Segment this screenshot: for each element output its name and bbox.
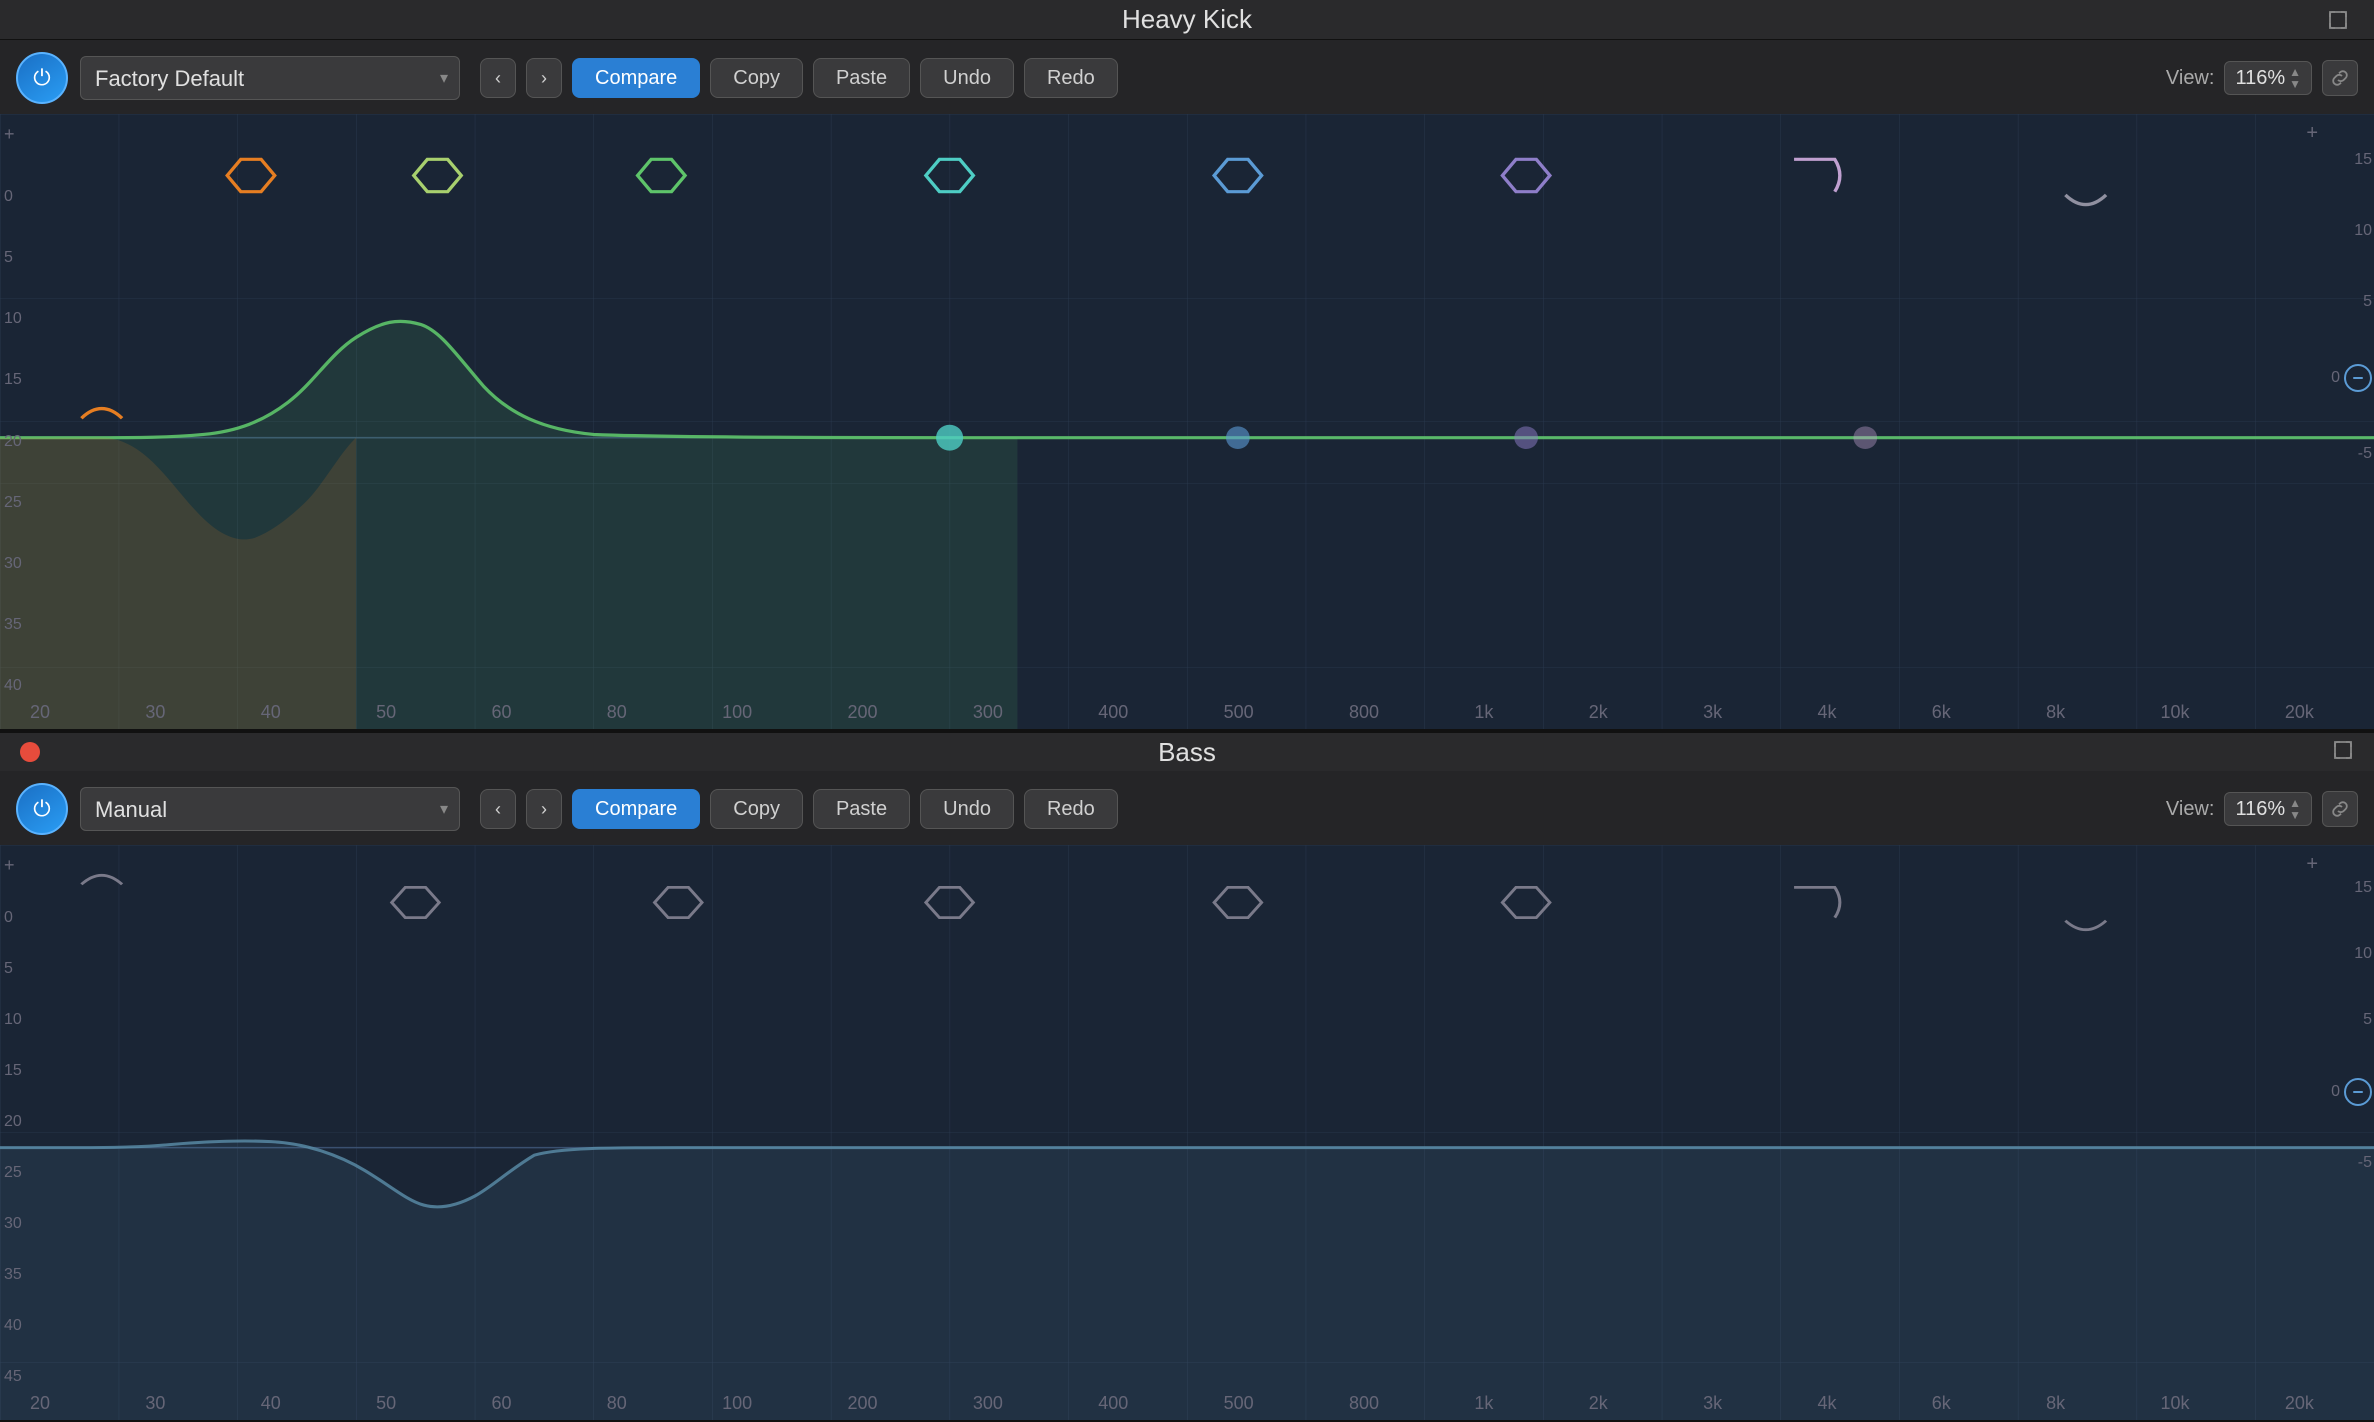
bass-expand-btn[interactable] (2332, 739, 2354, 766)
bass-title-bar: Bass (0, 731, 2374, 771)
node5 (936, 425, 963, 451)
title-bar-expand-btn[interactable] (2322, 4, 2354, 36)
panel2-copy-btn[interactable]: Copy (710, 789, 803, 829)
panel2-plus-right: + (2306, 853, 2318, 876)
app-title: Heavy Kick (1122, 4, 1252, 35)
panel1-undo-btn[interactable]: Undo (920, 58, 1014, 98)
panel1-header: ⏻ Factory Default ▾ ‹ › Compare Copy Pas… (0, 40, 2374, 114)
panel1-copy-btn[interactable]: Copy (710, 58, 803, 98)
panel1-view-value-wrapper[interactable]: 116% ▲ ▼ (2224, 61, 2312, 95)
power-icon: ⏻ (33, 67, 50, 89)
panel1-plus-right: + (2306, 122, 2318, 145)
node7-dot (1514, 426, 1538, 449)
panel2-view-control: View: 116% ▲ ▼ (2166, 791, 2358, 827)
panel1-db-labels-right: 15 10 5 0 -5 (2322, 122, 2372, 491)
panel2-compare-btn[interactable]: Compare (572, 789, 700, 829)
title-bar: Heavy Kick (0, 0, 2374, 40)
panel2-db-labels-left: + 0 5 10 15 20 25 30 35 40 45 (4, 853, 22, 1388)
panel1-compare-btn[interactable]: Compare (572, 58, 700, 98)
panel1-next-btn[interactable]: › (526, 58, 562, 98)
panel2-eq-svg (0, 845, 2374, 1420)
panel2-eq-graph[interactable]: + 0 5 10 15 20 25 30 35 40 45 15 10 5 0 (0, 845, 2374, 1420)
panel2-preset-wrapper[interactable]: Manual ▾ (80, 787, 460, 831)
panel1-toolbar: ‹ › Compare Copy Paste Undo Redo (480, 58, 1118, 98)
app-window: Heavy Kick ⏻ Factory Default ▾ (0, 0, 2374, 1422)
panel1-db-labels-left: + 0 5 10 15 20 25 30 35 40 (4, 122, 22, 697)
bass-red-dot (20, 742, 40, 762)
panel1-preset-select[interactable]: Factory Default (80, 56, 460, 100)
panel1-eq-svg (0, 114, 2374, 729)
panel1-eq-graph[interactable]: + 0 5 10 15 20 25 30 35 40 15 10 5 0 (0, 114, 2374, 729)
panel2-view-value-wrapper[interactable]: 116% ▲ ▼ (2224, 792, 2312, 826)
panel2-header: ⏻ Manual ▾ ‹ › Compare Copy Paste Undo R… (0, 771, 2374, 845)
panel2-link-btn[interactable] (2322, 791, 2358, 827)
panel2-preset-select[interactable]: Manual (80, 787, 460, 831)
panel1-view-stepper[interactable]: ▲ ▼ (2289, 66, 2301, 90)
bass-panel-title: Bass (1158, 737, 1216, 768)
panel1-view-value: 116% (2235, 67, 2285, 90)
panel1-prev-btn[interactable]: ‹ (480, 58, 516, 98)
panel1-freq-labels: 203040506080100 2003004005008001k 2k3k4k… (30, 702, 2314, 723)
panel2-freq-labels: 203040506080100 2003004005008001k 2k3k4k… (30, 1393, 2314, 1414)
heavy-kick-panel: ⏻ Factory Default ▾ ‹ › Compare Copy Pas… (0, 40, 2374, 731)
panel1-view-control: View: 116% ▲ ▼ (2166, 60, 2358, 96)
panel1-paste-btn[interactable]: Paste (813, 58, 910, 98)
panel2-view-stepper[interactable]: ▲ ▼ (2289, 797, 2301, 821)
panel1-link-btn[interactable] (2322, 60, 2358, 96)
power-icon-2: ⏻ (33, 798, 50, 820)
panel1-redo-btn[interactable]: Redo (1024, 58, 1118, 98)
panel1-power-btn[interactable]: ⏻ (16, 52, 68, 104)
panel2-next-btn[interactable]: › (526, 789, 562, 829)
panel2-prev-btn[interactable]: ‹ (480, 789, 516, 829)
panel2-view-value: 116% (2235, 798, 2285, 821)
panel2-redo-btn[interactable]: Redo (1024, 789, 1118, 829)
panel2-paste-btn[interactable]: Paste (813, 789, 910, 829)
panel2-db-labels-right: 15 10 5 0 -5 (2322, 853, 2372, 1198)
panel1-view-label: View: (2166, 67, 2215, 90)
panel2-view-label: View: (2166, 798, 2215, 821)
panel2-undo-btn[interactable]: Undo (920, 789, 1014, 829)
bass-panel: Bass ⏻ Manual ▾ (0, 731, 2374, 1422)
panel2-power-btn[interactable]: ⏻ (16, 783, 68, 835)
panel2-toolbar: ‹ › Compare Copy Paste Undo Redo (480, 789, 1118, 829)
panel1-preset-wrapper[interactable]: Factory Default ▾ (80, 56, 460, 100)
node8-dot (1853, 426, 1877, 449)
node6-dot (1226, 426, 1250, 449)
